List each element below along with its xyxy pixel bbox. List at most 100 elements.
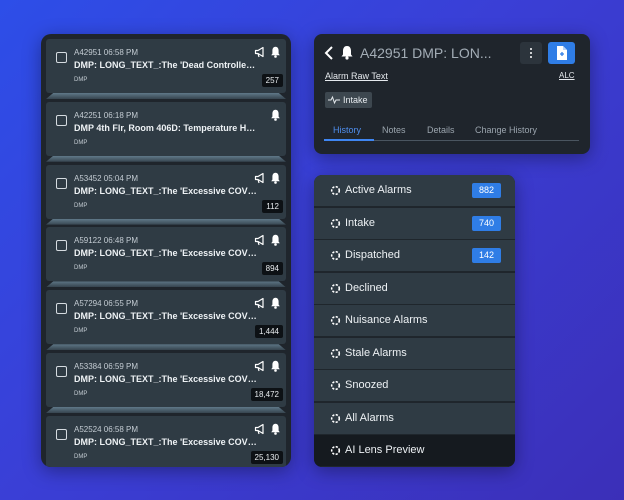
bell-icon[interactable] xyxy=(270,360,281,372)
alarm-meta: A52524 06:58 PM xyxy=(74,424,139,434)
alarm-card[interactable]: A59122 06:48 PM DMP: LONG_TEXT_:The 'Exce… xyxy=(46,227,286,282)
alarm-count-badge: 257 xyxy=(261,74,283,87)
alarm-source: DMP xyxy=(74,265,88,272)
queue-label: Declined xyxy=(345,281,388,294)
alc-link[interactable]: ALC xyxy=(559,71,575,80)
alarm-list-panel: A42951 06:58 PM DMP: LONG_TEXT_:The 'Dead… xyxy=(41,34,291,467)
queue-item[interactable]: Nuisance Alarms xyxy=(314,305,515,337)
alarm-meta: A42951 06:58 PM xyxy=(74,48,139,57)
loading-icon xyxy=(330,315,341,326)
bell-icon[interactable] xyxy=(270,46,281,58)
alarm-card[interactable]: A42251 06:18 PM DMP 4th Flr, Room 406D: T… xyxy=(46,101,286,156)
alarm-card[interactable]: A53452 05:04 PM DMP: LONG_TEXT_:The 'Exce… xyxy=(46,164,286,219)
loading-icon xyxy=(330,283,341,293)
queue-label: Dispatched xyxy=(345,249,401,261)
alarm-count-badge: 894 xyxy=(261,262,283,276)
alarm-checkbox[interactable] xyxy=(56,240,67,252)
bell-icon[interactable] xyxy=(270,297,281,309)
alarm-source: DMP xyxy=(74,391,88,397)
bell-icon[interactable] xyxy=(270,109,281,121)
alarm-title: DMP: LONG_TEXT_:The 'Excessive COV' alar… xyxy=(74,374,257,384)
queue-item[interactable]: All Alarms xyxy=(314,402,515,435)
queue-label: Snoozed xyxy=(345,379,389,391)
more-menu-button[interactable] xyxy=(520,42,542,64)
tab-history[interactable]: History xyxy=(333,125,361,135)
queue-label: Nuisance Alarms xyxy=(345,314,428,326)
queue-label: Stale Alarms xyxy=(345,346,407,359)
alarm-title: DMP 4th Flr, Room 406D: Temperature High… xyxy=(74,122,257,133)
alarm-source: DMP xyxy=(74,202,88,209)
queue-item[interactable]: Stale Alarms xyxy=(314,337,515,370)
queue-label: AI Lens Preview xyxy=(345,444,425,456)
megaphone-icon[interactable] xyxy=(254,46,266,58)
queue-label: All Alarms xyxy=(345,411,394,424)
queue-list-panel: Active Alarms 882 Intake 740 Dispatched 142… xyxy=(314,175,515,467)
alarm-source: DMP xyxy=(74,453,88,460)
loading-icon xyxy=(330,218,341,228)
alarm-checkbox[interactable] xyxy=(56,52,67,63)
alarm-checkbox[interactable] xyxy=(56,114,67,126)
queue-item[interactable]: Declined xyxy=(314,272,515,305)
alarm-checkbox[interactable] xyxy=(56,366,67,377)
bell-icon[interactable] xyxy=(270,423,281,435)
loading-icon xyxy=(330,445,341,456)
megaphone-icon[interactable] xyxy=(254,234,266,246)
loading-icon xyxy=(330,380,341,391)
megaphone-icon[interactable] xyxy=(254,360,266,372)
queue-item[interactable]: Dispatched 142 xyxy=(314,240,515,272)
alarm-raw-text-link[interactable]: Alarm Raw Text xyxy=(325,71,388,81)
alarm-count-badge: 112 xyxy=(262,199,283,213)
alarm-meta: A57294 06:55 PM xyxy=(74,299,139,309)
alarm-card[interactable]: A52524 06:58 PM DMP: LONG_TEXT_:The 'Exce… xyxy=(46,415,286,467)
alarm-card[interactable]: A42951 06:58 PM DMP: LONG_TEXT_:The 'Dead… xyxy=(46,39,286,93)
queue-item[interactable]: Intake 740 xyxy=(314,207,515,240)
queue-label: Active Alarms xyxy=(345,184,412,196)
alarm-title: DMP: LONG_TEXT_:The 'Dead Controller Ala… xyxy=(74,60,257,70)
tab-details[interactable]: Details xyxy=(427,125,455,135)
alarm-checkbox[interactable] xyxy=(56,428,67,440)
queue-item[interactable]: Snoozed xyxy=(314,370,515,402)
alarm-title: DMP: LONG_TEXT_:The 'Excessive COV' alar… xyxy=(74,185,257,196)
intake-chip[interactable]: Intake xyxy=(325,92,372,108)
alarm-title: DMP: LONG_TEXT_:The 'Excessive COV' alar… xyxy=(74,436,257,447)
alarm-meta: A42251 06:18 PM xyxy=(74,110,139,120)
back-icon[interactable] xyxy=(324,46,334,60)
alarm-count-badge: 1,444 xyxy=(254,325,283,339)
alarm-title: A42951 DMP: LON... xyxy=(360,45,492,61)
loading-icon xyxy=(330,250,341,261)
bell-icon xyxy=(341,46,353,60)
loading-icon xyxy=(330,185,341,196)
queue-item[interactable]: AI Lens Preview xyxy=(314,435,515,467)
pulse-icon xyxy=(328,95,340,105)
queue-count-badge: 882 xyxy=(472,183,501,198)
bell-icon[interactable] xyxy=(270,172,281,184)
alarm-count-badge: 25,130 xyxy=(250,450,283,464)
alarm-detail-panel: A42951 DMP: LON... Alarm Raw Text ALC In… xyxy=(314,34,590,154)
alarm-source: DMP xyxy=(74,77,88,83)
tab-notes[interactable]: Notes xyxy=(382,125,406,135)
alarm-meta: A53384 06:59 PM xyxy=(74,362,139,371)
alarm-title: DMP: LONG_TEXT_:The 'Excessive COV' alar… xyxy=(74,248,257,259)
alarm-card[interactable]: A57294 06:55 PM DMP: LONG_TEXT_:The 'Exce… xyxy=(46,290,286,345)
document-icon xyxy=(557,46,567,60)
alarm-checkbox[interactable] xyxy=(56,177,67,189)
document-button[interactable] xyxy=(548,42,575,64)
active-tab-indicator xyxy=(324,139,374,141)
queue-item[interactable]: Active Alarms 882 xyxy=(314,175,515,207)
megaphone-icon[interactable] xyxy=(254,297,266,309)
alarm-source: DMP xyxy=(74,328,88,335)
loading-icon xyxy=(330,413,341,423)
queue-count-badge: 740 xyxy=(472,215,501,231)
alarm-checkbox[interactable] xyxy=(56,303,67,315)
megaphone-icon[interactable] xyxy=(254,172,266,184)
alarm-source: DMP xyxy=(74,139,88,146)
alarm-card[interactable]: A53384 06:59 PM DMP: LONG_TEXT_:The 'Exce… xyxy=(46,353,286,407)
alarm-title: DMP: LONG_TEXT_:The 'Excessive COV' alar… xyxy=(74,311,257,322)
loading-icon xyxy=(330,348,341,358)
alarm-count-badge: 18,472 xyxy=(250,388,283,401)
alarm-meta: A53452 05:04 PM xyxy=(74,173,139,183)
bell-icon[interactable] xyxy=(270,234,281,247)
megaphone-icon[interactable] xyxy=(254,423,266,435)
tab-change-history[interactable]: Change History xyxy=(475,125,537,135)
alarm-meta: A59122 06:48 PM xyxy=(74,236,139,246)
